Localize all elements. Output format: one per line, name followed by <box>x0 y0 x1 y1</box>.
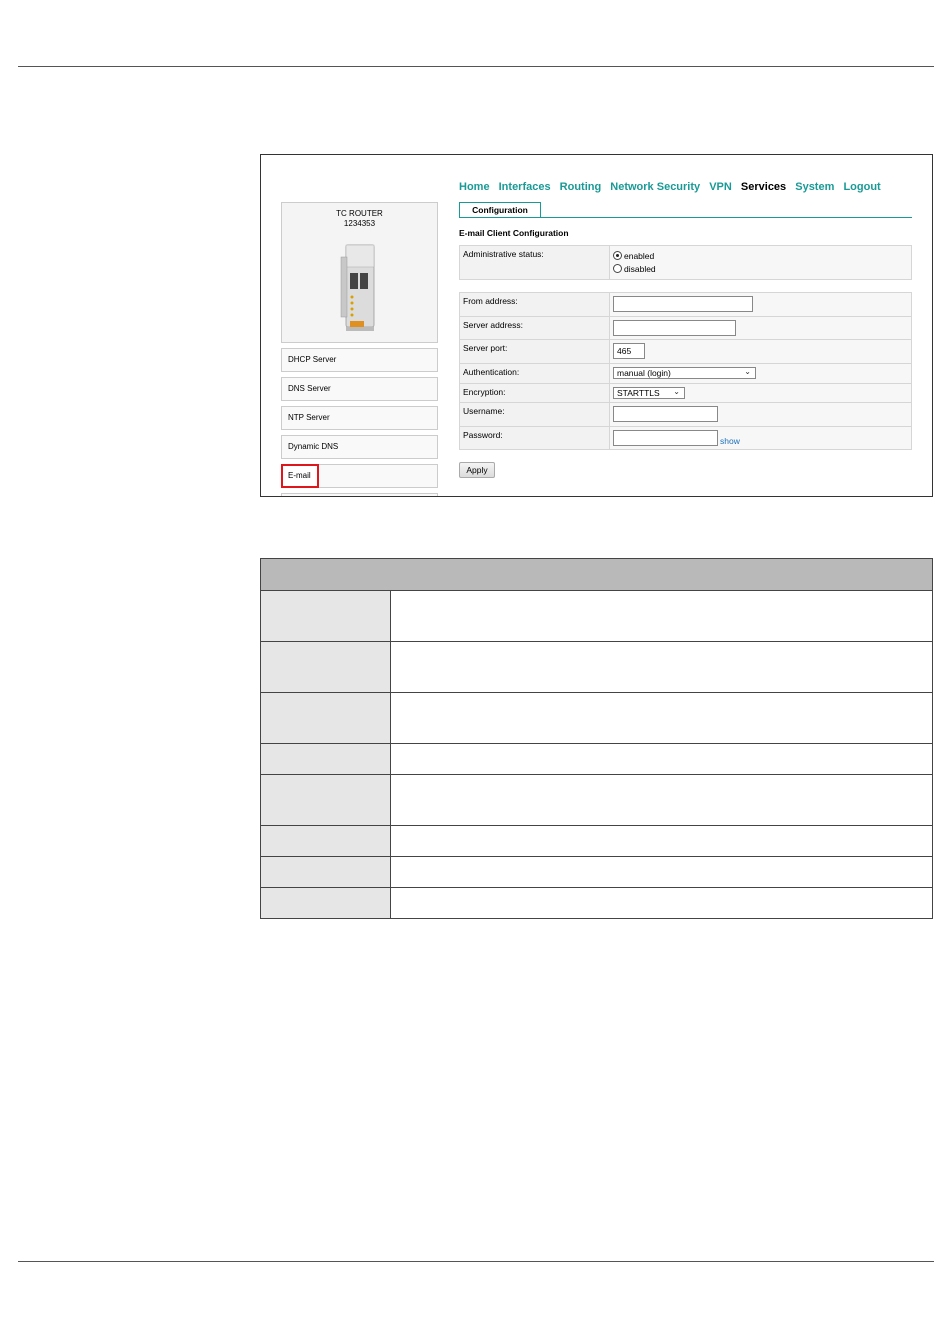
from-address-cell <box>609 292 912 317</box>
desc-row-text <box>390 856 933 888</box>
show-password-link[interactable]: show <box>720 436 740 446</box>
radio-disabled-row[interactable]: disabled <box>613 262 908 275</box>
nav-routing[interactable]: Routing <box>560 181 602 193</box>
desc-row-term <box>260 641 391 693</box>
device-model: TC ROUTER <box>336 209 383 218</box>
section-title: E-mail Client Configuration <box>459 228 569 238</box>
email-form-table: From address: Server address: Server por… <box>459 292 912 450</box>
username-input[interactable] <box>613 406 718 422</box>
admin-status-label: Administrative status: <box>459 245 610 280</box>
server-address-label: Server address: <box>459 316 610 340</box>
nav-logout[interactable]: Logout <box>843 181 880 193</box>
radio-disabled[interactable] <box>613 264 622 273</box>
password-input[interactable] <box>613 430 718 446</box>
password-group: show <box>613 430 908 446</box>
tab-underline <box>459 217 912 218</box>
authentication-cell: manual (login) ⌄ <box>609 363 912 384</box>
radio-enabled[interactable] <box>613 251 622 260</box>
desc-row-term <box>260 743 391 775</box>
sidebar-item-next <box>281 493 438 496</box>
admin-status-table: Administrative status: enabled disabled <box>459 245 912 280</box>
desc-row-text <box>390 825 933 857</box>
router-device-image <box>340 244 375 331</box>
radio-disabled-label: disabled <box>624 263 656 274</box>
description-table-header <box>260 558 933 591</box>
desc-row-text <box>390 692 933 744</box>
desc-row-text <box>390 641 933 693</box>
apply-button[interactable]: Apply <box>459 462 495 478</box>
desc-row-term <box>260 887 391 919</box>
server-port-input[interactable]: 465 <box>613 343 645 359</box>
server-port-cell: 465 <box>609 339 912 364</box>
from-address-label: From address: <box>459 292 610 317</box>
device-panel: TC ROUTER 1234353 <box>281 202 438 343</box>
password-cell: show <box>609 426 912 450</box>
desc-row-text <box>390 743 933 775</box>
top-navigation: Home Interfaces Routing Network Security… <box>459 181 887 193</box>
radio-enabled-label: enabled <box>624 250 655 261</box>
screenshot-frame: Home Interfaces Routing Network Security… <box>260 154 933 497</box>
desc-row-term <box>260 774 391 826</box>
nav-services[interactable]: Services <box>741 181 786 193</box>
tab-configuration[interactable]: Configuration <box>459 202 541 218</box>
sidebar-item-dns-server[interactable]: DNS Server <box>281 377 438 401</box>
encryption-label: Encryption: <box>459 383 610 403</box>
device-serial: 1234353 <box>343 219 376 228</box>
chevron-down-icon: ⌄ <box>673 387 680 396</box>
nav-interfaces[interactable]: Interfaces <box>499 181 551 193</box>
server-address-cell <box>609 316 912 340</box>
username-cell <box>609 402 912 427</box>
encryption-value: STARTTLS <box>617 388 660 398</box>
desc-row-text <box>390 590 933 642</box>
authentication-select[interactable]: manual (login) ⌄ <box>613 367 756 379</box>
desc-row-term <box>260 590 391 642</box>
sidebar-item-dhcp-server[interactable]: DHCP Server <box>281 348 438 372</box>
radio-enabled-row[interactable]: enabled <box>613 249 908 262</box>
desc-row-term <box>260 692 391 744</box>
server-address-input[interactable] <box>613 320 736 336</box>
sidebar-item-ntp-server[interactable]: NTP Server <box>281 406 438 430</box>
encryption-select[interactable]: STARTTLS ⌄ <box>613 387 685 399</box>
username-label: Username: <box>459 402 610 427</box>
sidebar-item-dynamic-dns[interactable]: Dynamic DNS <box>281 435 438 459</box>
admin-status-options: enabled disabled <box>609 245 912 280</box>
nav-system[interactable]: System <box>795 181 834 193</box>
password-label: Password: <box>459 426 610 450</box>
sidebar-item-email[interactable]: E-mail <box>281 464 319 488</box>
footer-rule <box>18 1261 934 1262</box>
device-name: TC ROUTER 1234353 <box>282 209 437 229</box>
description-table <box>260 558 933 919</box>
desc-row-text <box>390 774 933 826</box>
server-port-label: Server port: <box>459 339 610 364</box>
chevron-down-icon: ⌄ <box>744 367 751 376</box>
from-address-input[interactable] <box>613 296 753 312</box>
encryption-cell: STARTTLS ⌄ <box>609 383 912 403</box>
nav-home[interactable]: Home <box>459 181 490 193</box>
authentication-label: Authentication: <box>459 363 610 384</box>
desc-row-term <box>260 825 391 857</box>
nav-network-security[interactable]: Network Security <box>610 181 700 193</box>
desc-row-text <box>390 887 933 919</box>
authentication-value: manual (login) <box>617 368 671 378</box>
nav-vpn[interactable]: VPN <box>709 181 732 193</box>
header-rule <box>18 66 934 67</box>
desc-row-term <box>260 856 391 888</box>
